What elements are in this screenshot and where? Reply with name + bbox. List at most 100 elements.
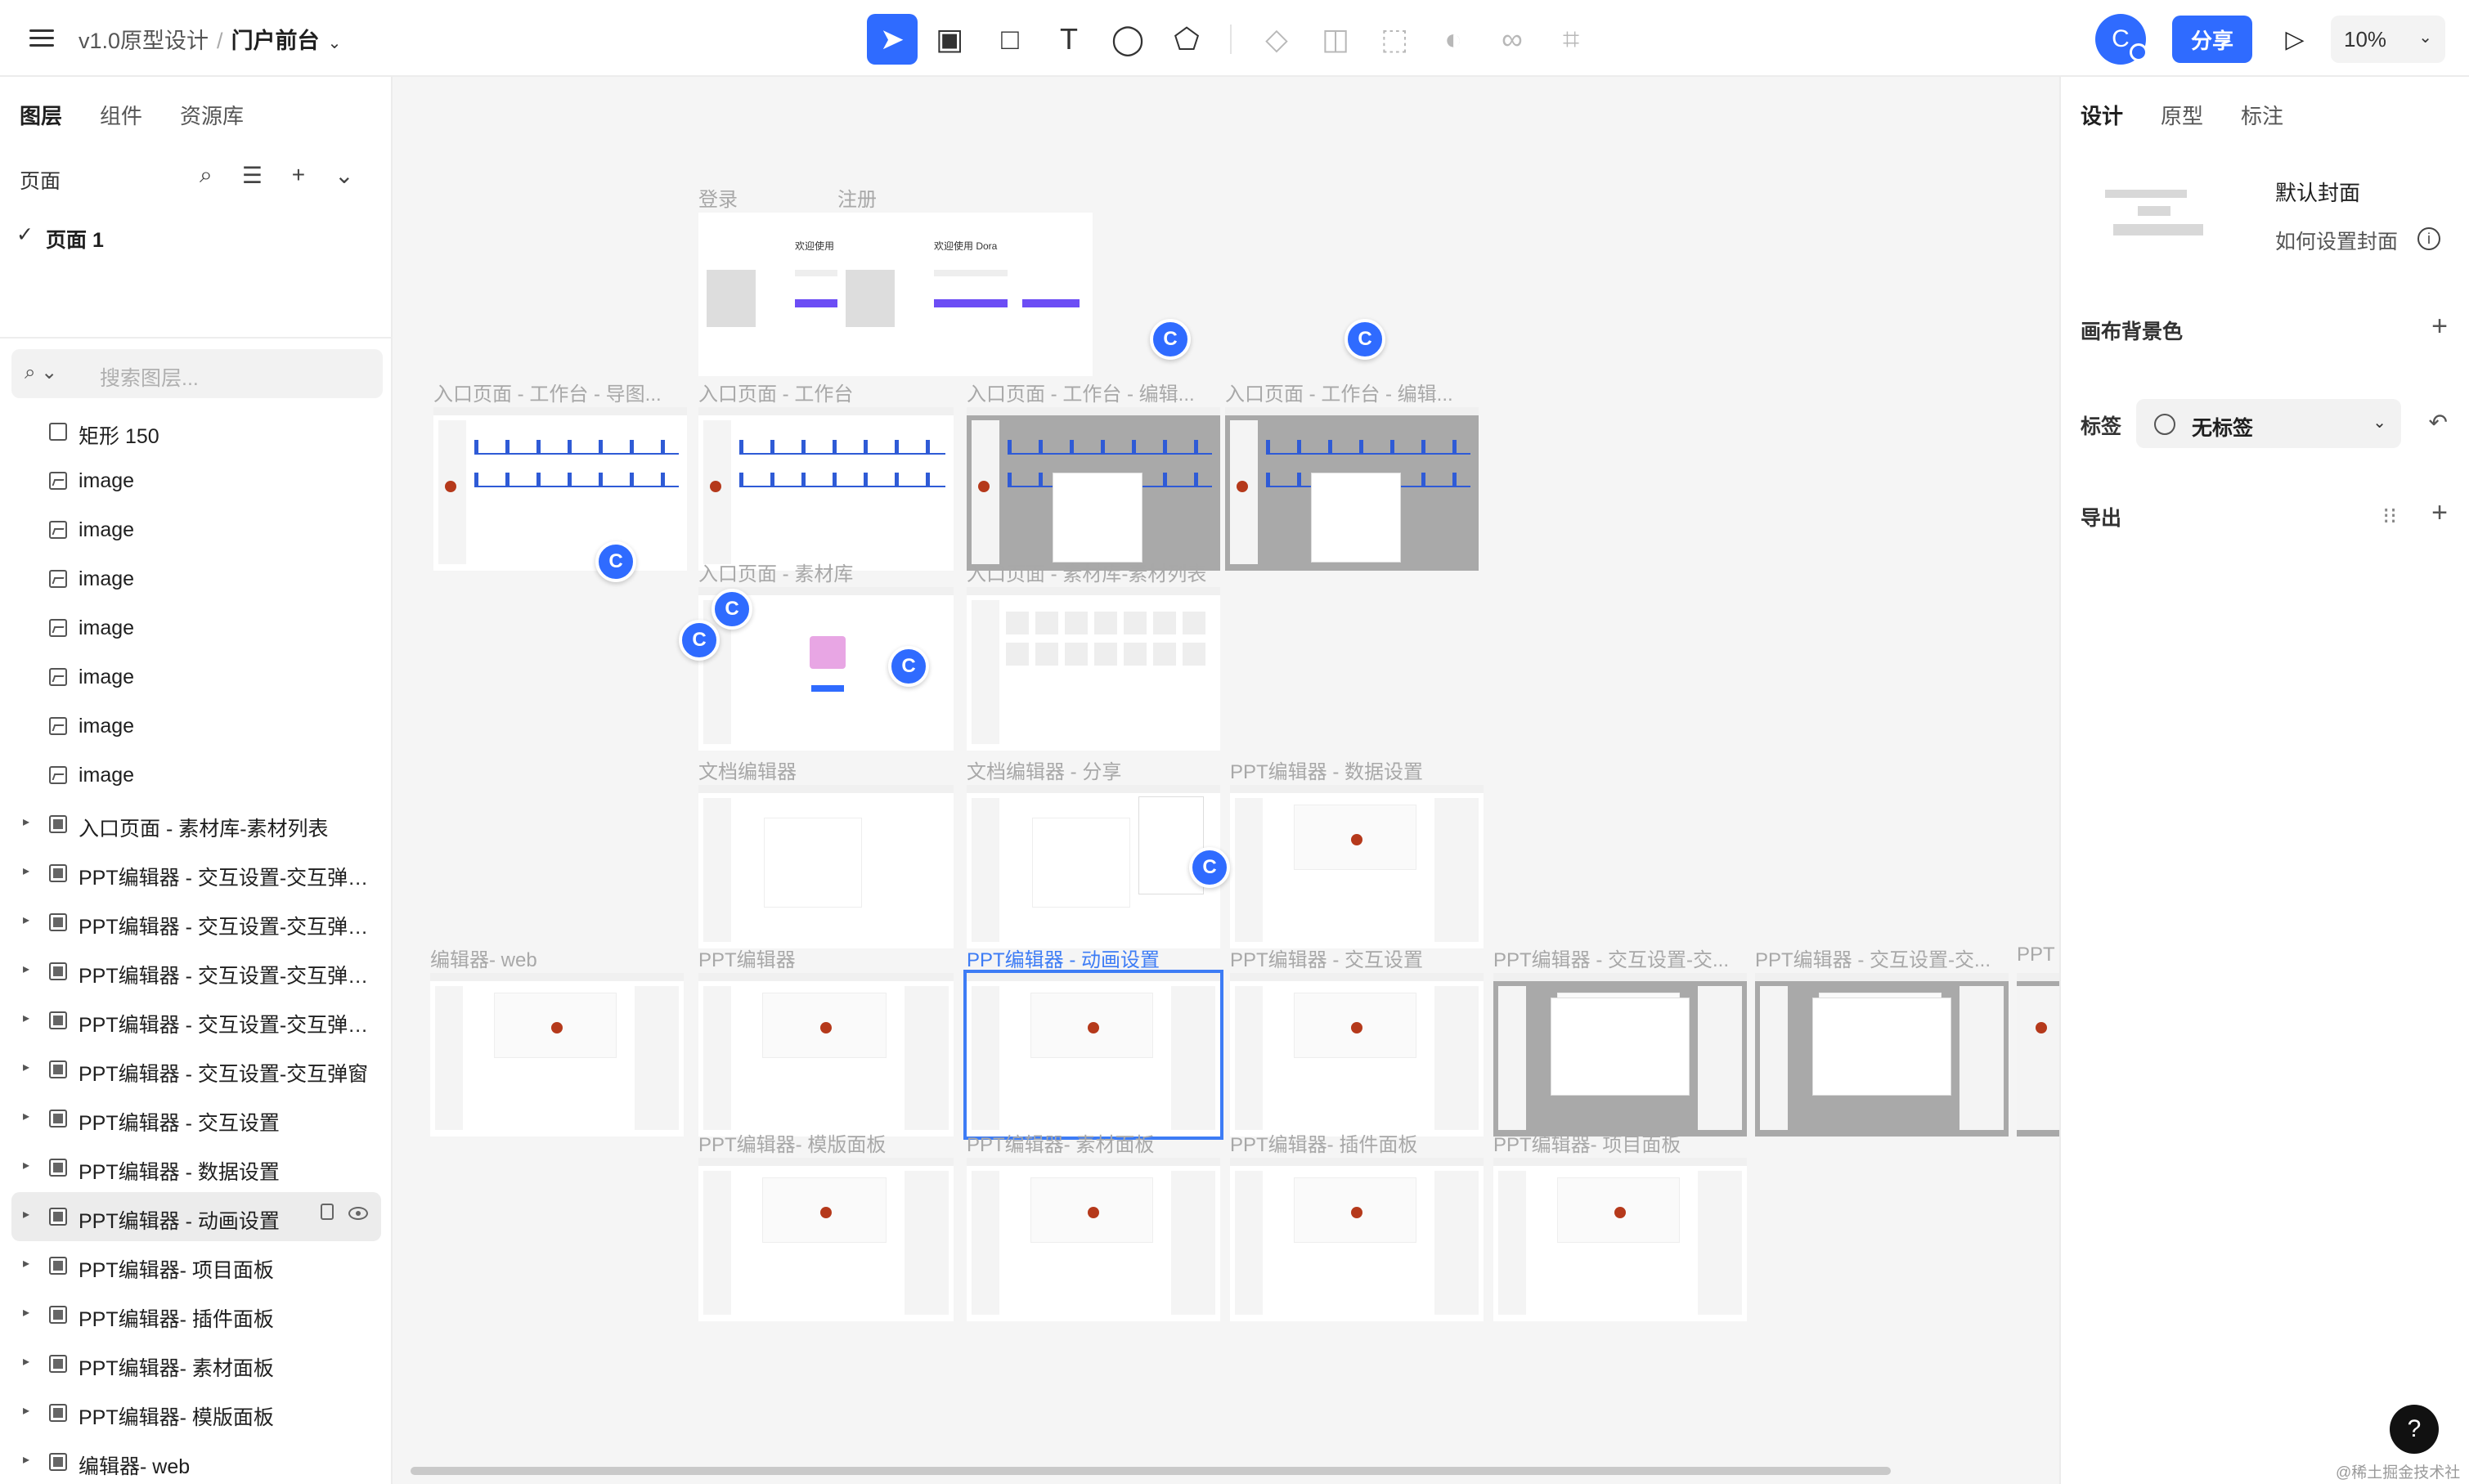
expand-icon[interactable]: ▸: [23, 1108, 29, 1124]
expand-icon[interactable]: ▸: [23, 1353, 29, 1370]
collaborator-avatar[interactable]: C: [1344, 319, 1385, 360]
project-name[interactable]: v1.0原型设计: [79, 29, 209, 53]
frame-label[interactable]: PPT编辑器- 插件面板: [1230, 1128, 1417, 1157]
share-button[interactable]: 分享: [2172, 16, 2252, 63]
frame-label[interactable]: PPT编辑器: [698, 944, 796, 972]
cover-thumbnail[interactable]: [2089, 173, 2203, 247]
frame-label[interactable]: PPT编辑器 - 交互设置-交...: [1493, 944, 1729, 972]
cursor-icon[interactable]: ➤: [867, 14, 918, 65]
frame-label[interactable]: PPT编辑器 - 动画设置: [967, 944, 1160, 972]
tab-design[interactable]: 设计: [2081, 100, 2123, 130]
component-icon[interactable]: ◇: [1251, 14, 1302, 65]
frame-thumbnail[interactable]: [430, 973, 684, 1137]
tab-prototype[interactable]: 原型: [2161, 100, 2203, 130]
expand-icon[interactable]: ▸: [23, 1451, 29, 1468]
layer-row[interactable]: ▸ PPT编辑器 - 交互设置: [0, 1094, 393, 1143]
layer-row[interactable]: ▸ PPT编辑器 - 交互设置-交互弹窗...: [0, 849, 393, 898]
frame-label[interactable]: PPT: [2017, 944, 2055, 966]
tab-layers[interactable]: 图层: [20, 100, 62, 130]
user-avatar[interactable]: C: [2095, 14, 2148, 65]
frame-label[interactable]: 入口页面 - 工作台: [698, 378, 853, 406]
info-icon[interactable]: i: [2417, 227, 2440, 250]
layer-row[interactable]: ▸ PPT编辑器 - 动画设置: [11, 1192, 381, 1241]
layer-row[interactable]: image: [0, 751, 393, 800]
collaborator-avatar[interactable]: C: [1150, 319, 1191, 360]
frame-label[interactable]: PPT编辑器 - 交互设置: [1230, 944, 1423, 972]
collaborator-avatar[interactable]: C: [888, 646, 929, 687]
undo-icon[interactable]: ↶: [2429, 409, 2448, 436]
page-item[interactable]: ✓ 页面 1: [16, 223, 104, 253]
zoom-select[interactable]: 10% ⌄: [2331, 16, 2445, 63]
expand-icon[interactable]: ▸: [23, 863, 29, 879]
expand-icon[interactable]: ▸: [23, 1255, 29, 1271]
cover-help-link[interactable]: 如何设置封面: [2275, 226, 2398, 255]
frame-thumbnail[interactable]: [1230, 973, 1484, 1137]
expand-icon[interactable]: ▸: [23, 1010, 29, 1026]
design-canvas[interactable]: 登录 欢迎使用 Dora 注册 欢迎使用 Dora 入口页面 - 工作台 - 导图...…: [394, 77, 2059, 1484]
expand-icon[interactable]: ▸: [23, 1059, 29, 1075]
layer-row[interactable]: ▸ PPT编辑器- 模版面板: [0, 1388, 393, 1437]
layer-row[interactable]: ▸ PPT编辑器 - 交互设置-交互弹窗: [0, 1045, 393, 1094]
frame-label[interactable]: PPT编辑器- 项目面板: [1493, 1128, 1681, 1157]
tab-annotate[interactable]: 标注: [2241, 100, 2283, 130]
collaborator-avatar[interactable]: C: [712, 589, 752, 630]
layer-row[interactable]: ▸ PPT编辑器- 插件面板: [0, 1290, 393, 1339]
link-icon[interactable]: ∞: [1487, 14, 1538, 65]
frame-thumbnail[interactable]: [698, 973, 954, 1137]
frame-thumbnail[interactable]: [1225, 407, 1479, 571]
frame-label[interactable]: 入口页面 - 素材库: [698, 558, 853, 586]
expand-icon[interactable]: ▸: [23, 1157, 29, 1173]
add-icon[interactable]: +: [2431, 497, 2448, 529]
collaborator-avatar[interactable]: C: [595, 541, 636, 582]
frame-thumbnail[interactable]: [963, 970, 1223, 1140]
frame-thumbnail[interactable]: [1230, 1158, 1484, 1321]
frame-label[interactable]: 文档编辑器 - 分享: [967, 755, 1121, 784]
frame-label[interactable]: PPT编辑器- 素材面板: [967, 1128, 1154, 1157]
tab-components[interactable]: 组件: [100, 100, 142, 130]
add-icon[interactable]: +: [2431, 311, 2448, 343]
frame-label[interactable]: 入口页面 - 工作台 - 导图...: [433, 378, 662, 406]
boolean-icon[interactable]: ◫: [1310, 14, 1361, 65]
frame-thumbnail[interactable]: [1493, 1158, 1747, 1321]
frame-thumbnail[interactable]: [967, 407, 1220, 571]
sort-icon[interactable]: ☰: [242, 162, 263, 189]
page-name[interactable]: 门户前台: [231, 29, 320, 53]
horizontal-scrollbar[interactable]: [411, 1467, 1891, 1475]
rectangle-icon[interactable]: □: [985, 14, 1035, 65]
layer-row[interactable]: image: [0, 505, 393, 554]
frame-thumbnail[interactable]: [967, 785, 1220, 948]
frame-label[interactable]: 编辑器- web: [430, 944, 537, 972]
frame-label[interactable]: 入口页面 - 工作台 - 编辑...: [967, 378, 1195, 406]
lock-icon[interactable]: [321, 1204, 334, 1220]
comment-icon[interactable]: ◯: [1102, 14, 1153, 65]
layer-row[interactable]: image: [0, 554, 393, 603]
frame-thumbnail[interactable]: 欢迎使用 Dora: [837, 213, 1093, 376]
layer-row[interactable]: ▸ 编辑器- web: [0, 1437, 393, 1484]
layer-row[interactable]: ▸ 入口页面 - 素材库-素材列表: [0, 800, 393, 849]
frame-thumbnail[interactable]: [698, 1158, 954, 1321]
plugin-icon[interactable]: ⬠: [1161, 14, 1212, 65]
frame-label[interactable]: PPT编辑器 - 数据设置: [1230, 755, 1423, 784]
layer-row[interactable]: ▸ PPT编辑器- 项目面板: [0, 1241, 393, 1290]
tag-select[interactable]: 无标签 ⌄: [2136, 399, 2401, 448]
expand-icon[interactable]: ▸: [23, 814, 29, 830]
frame-thumbnail[interactable]: [967, 1158, 1220, 1321]
search-icon[interactable]: ⌕: [200, 162, 213, 189]
chevron-down-icon[interactable]: ⌄: [334, 162, 353, 189]
frame-icon[interactable]: ▣: [924, 14, 975, 65]
expand-icon[interactable]: ▸: [23, 1402, 29, 1419]
transform-icon[interactable]: ⬚: [1369, 14, 1420, 65]
expand-icon[interactable]: ▸: [23, 1206, 29, 1222]
frame-label[interactable]: PPT编辑器 - 交互设置-交...: [1755, 944, 1991, 972]
layer-row[interactable]: image: [0, 603, 393, 652]
layer-row[interactable]: image: [0, 456, 393, 505]
collaborator-avatar[interactable]: C: [679, 620, 720, 661]
frame-thumbnail[interactable]: [967, 587, 1220, 751]
expand-icon[interactable]: ▸: [23, 1304, 29, 1320]
eye-icon[interactable]: [348, 1207, 368, 1220]
collaborator-avatar[interactable]: C: [1189, 847, 1230, 888]
layer-search-input[interactable]: ⌕ ⌄ 搜索图层...: [11, 349, 383, 398]
layer-row[interactable]: ▸ PPT编辑器 - 交互设置-交互弹窗...: [0, 996, 393, 1045]
frame-label[interactable]: 入口页面 - 素材库-素材列表: [967, 558, 1206, 586]
layer-row[interactable]: ▸ PPT编辑器 - 交互设置-交互弹窗...: [0, 947, 393, 996]
